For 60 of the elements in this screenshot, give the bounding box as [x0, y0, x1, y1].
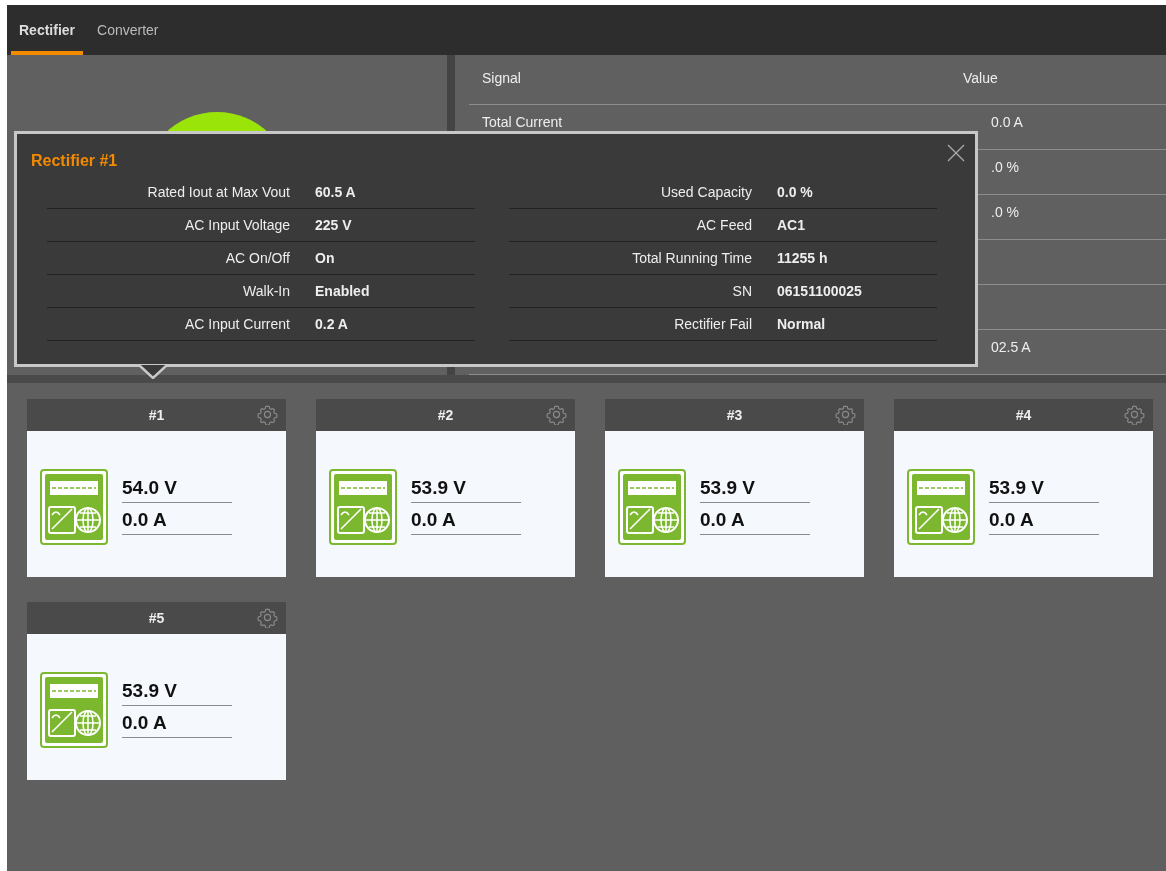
settings-icon[interactable]	[546, 404, 567, 425]
current-reading: 0.0 A	[122, 710, 232, 738]
property-label: Rectifier Fail	[673, 316, 752, 332]
column-header: Signal	[481, 70, 522, 88]
settings-icon[interactable]	[1124, 404, 1145, 425]
voltage-reading: 54.0 V	[122, 475, 232, 503]
property-value: 0.2 A	[315, 316, 348, 332]
rectifier-card[interactable]: #5 53.9 V 0.0 A	[27, 602, 286, 780]
voltage-reading: 53.9 V	[700, 475, 810, 503]
rectifier-icon	[618, 469, 686, 545]
rectifier-card[interactable]: #1 54.0 V 0.0 A	[27, 399, 286, 577]
property-label: SN	[731, 283, 752, 299]
property-value: 60.5 A	[315, 184, 356, 200]
table-cell-text: 0.0 A	[990, 114, 1023, 132]
table-cell-text: .0 %	[990, 159, 1019, 177]
property-label: Walk-In	[242, 283, 290, 299]
property-value: On	[315, 250, 335, 266]
card-title: #3	[726, 407, 743, 423]
property-value: 06151100025	[777, 283, 862, 299]
property-label: Total Running Time	[631, 250, 752, 266]
property-value: AC1	[777, 217, 805, 233]
rectifier-icon	[40, 672, 108, 748]
table-cell-text: Total Current	[481, 114, 564, 132]
property-value: 0.0 %	[777, 184, 813, 200]
rectifier-card[interactable]: #4 53.9 V 0.0 A	[894, 399, 1153, 577]
voltage-reading: 53.9 V	[122, 678, 232, 706]
rectifier-card[interactable]: #3 53.9 V 0.0 A	[605, 399, 864, 577]
current-reading: 0.0 A	[700, 507, 810, 535]
property-value: 11255 h	[777, 250, 828, 266]
card-title: #5	[148, 610, 165, 626]
settings-icon[interactable]	[835, 404, 856, 425]
property-label: Rated Iout at Max Vout	[146, 184, 290, 200]
property-value: Enabled	[315, 283, 370, 299]
popup-title: Rectifier #1	[31, 152, 119, 170]
property-label: AC Input Voltage	[183, 217, 290, 233]
settings-icon[interactable]	[257, 404, 278, 425]
rectifier-card[interactable]: #2 53.9 V 0.0 A	[316, 399, 575, 577]
rectifier-icon	[907, 469, 975, 545]
rectifier-icon	[329, 469, 397, 545]
table-cell-text: .0 %	[990, 204, 1019, 222]
table-cell-text: 02.5 A	[990, 339, 1031, 357]
card-title: #4	[1015, 407, 1032, 423]
card-title: #2	[437, 407, 454, 423]
card-title: #1	[148, 407, 165, 423]
rectifier-icon	[40, 469, 108, 545]
property-label: Used Capacity	[659, 184, 752, 200]
voltage-reading: 53.9 V	[411, 475, 521, 503]
column-header: Value	[963, 70, 998, 88]
property-label: AC On/Off	[224, 250, 290, 266]
voltage-reading: 53.9 V	[989, 475, 1099, 503]
property-label: AC Input Current	[183, 316, 290, 332]
property-label: AC Feed	[695, 217, 752, 233]
settings-icon[interactable]	[257, 607, 278, 628]
property-value: Normal	[777, 316, 826, 332]
tab[interactable]: Converter	[89, 5, 167, 55]
current-reading: 0.0 A	[989, 507, 1099, 535]
current-reading: 0.0 A	[122, 507, 232, 535]
property-value: 225 V	[315, 217, 352, 233]
current-reading: 0.0 A	[411, 507, 521, 535]
close-icon[interactable]	[947, 144, 965, 162]
